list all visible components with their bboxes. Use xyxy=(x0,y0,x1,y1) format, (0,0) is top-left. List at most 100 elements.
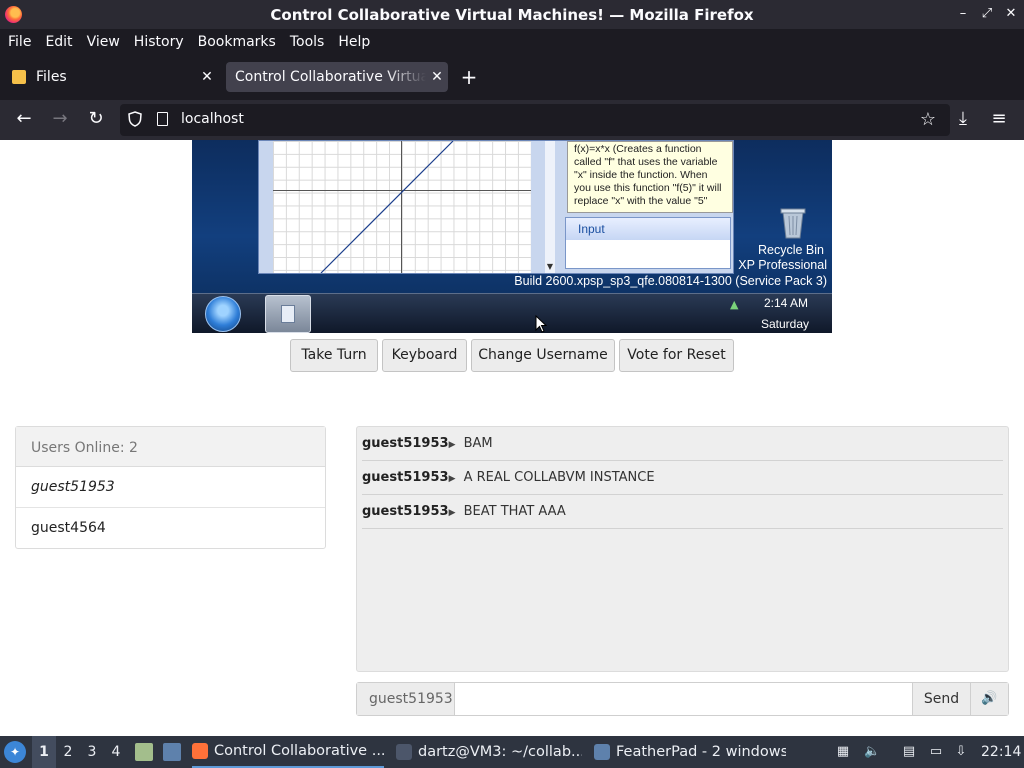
tab-bar: Files ✕ Control Collaborative Virtual Ma… xyxy=(0,54,1024,100)
vm-app-window: ▼ f(x)=x*x (Creates a function called "f… xyxy=(258,140,734,274)
window-title: Control Collaborative Virtual Machines! … xyxy=(270,5,754,24)
keyboard-button[interactable]: Keyboard xyxy=(382,339,467,372)
arrow-icon: ▶ xyxy=(448,508,456,518)
close-tab-icon[interactable]: ✕ xyxy=(196,69,218,85)
menu-help[interactable]: Help xyxy=(338,34,378,50)
workspace-1[interactable]: 1 xyxy=(32,736,56,768)
menu-tools[interactable]: Tools xyxy=(290,34,333,50)
users-panel: Users Online: 2 guest51953 guest4564 xyxy=(15,426,326,549)
mouse-cursor-icon xyxy=(535,315,547,333)
chat-text: BEAT THAT AAA xyxy=(463,504,566,519)
chat-message: guest51953▶ BEAT THAT AAA xyxy=(362,495,1003,529)
file-manager-icon[interactable] xyxy=(135,743,153,761)
user-row[interactable]: guest4564 xyxy=(16,508,325,549)
send-button[interactable]: Send xyxy=(912,683,970,715)
minimize-icon[interactable]: – xyxy=(956,4,970,24)
clipboard-tray-icon[interactable]: ▦ xyxy=(835,744,851,760)
network-tray-icon[interactable]: ▭ xyxy=(928,744,944,760)
task-firefox[interactable]: Control Collaborative ... xyxy=(192,736,384,768)
vm-task-app xyxy=(265,295,311,333)
task-label: Control Collaborative ... xyxy=(214,743,384,759)
network-tray-icon: ▲ xyxy=(730,298,739,311)
url-text[interactable]: localhost xyxy=(181,111,244,127)
task-terminal[interactable]: dartz@VM3: ~/collab... xyxy=(396,736,582,768)
vm-clock-day: Saturday xyxy=(761,317,810,331)
page-icon xyxy=(157,112,168,126)
desktop-icon[interactable] xyxy=(163,743,181,761)
task-label: FeatherPad - 2 windows xyxy=(616,744,786,760)
chat-message: guest51953▶ BAM xyxy=(362,427,1003,461)
chat-text: A REAL COLLABVM INSTANCE xyxy=(463,470,655,485)
taskbar-clock: 22:14 xyxy=(981,744,1022,760)
terminal-icon xyxy=(396,744,412,760)
graph-line xyxy=(320,141,454,273)
chat-input-row: guest51953 Send 🔊 xyxy=(356,682,1009,716)
vm-help-text: f(x)=x*x (Creates a function called "f" … xyxy=(567,141,733,213)
change-username-button[interactable]: Change Username xyxy=(471,339,615,372)
menu-history[interactable]: History xyxy=(134,34,192,50)
window-controls: – ⤢ ✕ xyxy=(956,4,1018,24)
forward-icon[interactable]: → xyxy=(48,108,72,132)
chat-username: guest51953 xyxy=(362,436,449,451)
firefox-logo-icon xyxy=(5,6,22,23)
workspace-2[interactable]: 2 xyxy=(56,736,80,768)
chat-message-input[interactable] xyxy=(456,683,911,715)
notepad-icon xyxy=(281,305,295,323)
new-tab-button[interactable]: + xyxy=(458,67,480,89)
tab-files[interactable]: Files ✕ xyxy=(6,62,218,92)
maximize-icon[interactable]: ⤢ xyxy=(980,4,994,24)
vm-screen[interactable]: ▼ f(x)=x*x (Creates a function called "f… xyxy=(192,140,832,333)
chat-username-label: guest51953 xyxy=(357,683,455,715)
vm-scrollbar: ▼ xyxy=(545,141,555,273)
featherpad-icon xyxy=(594,744,610,760)
back-icon[interactable]: ← xyxy=(12,108,36,132)
chat-log: guest51953▶ BAM guest51953▶ A REAL COLLA… xyxy=(356,426,1009,672)
task-featherpad[interactable]: FeatherPad - 2 windows xyxy=(594,736,786,768)
chat-username: guest51953 xyxy=(362,470,449,485)
take-turn-button[interactable]: Take Turn xyxy=(290,339,378,372)
window-titlebar: Control Collaborative Virtual Machines! … xyxy=(0,0,1024,29)
speaker-icon[interactable]: 🔊 xyxy=(970,683,1008,715)
task-label: dartz@VM3: ~/collab... xyxy=(418,744,582,760)
navigation-bar: ← → ↻ localhost ☆ ⤓ ≡ xyxy=(0,100,1024,140)
menu-file[interactable]: File xyxy=(8,34,39,50)
vm-graph-area xyxy=(273,141,531,273)
downloads-icon[interactable]: ⤓ xyxy=(951,108,975,132)
arrow-icon: ▶ xyxy=(448,440,456,450)
tab-collabvm[interactable]: Control Collaborative Virtual Machines! … xyxy=(226,62,448,92)
app-launcher-icon[interactable]: ✦ xyxy=(4,741,26,763)
address-bar[interactable]: localhost ☆ xyxy=(120,104,950,136)
os-taskbar: ✦ 1 2 3 4 Control Collaborative ... dart… xyxy=(0,736,1024,768)
menu-bookmarks[interactable]: Bookmarks xyxy=(198,34,284,50)
menu-bar: File Edit View History Bookmarks Tools H… xyxy=(0,29,1024,54)
tab-label: Control Collaborative Virtual Machines! xyxy=(235,69,426,85)
workspace-3[interactable]: 3 xyxy=(80,736,104,768)
tab-label: Files xyxy=(36,69,67,85)
close-tab-icon[interactable]: ✕ xyxy=(426,69,448,85)
close-window-icon[interactable]: ✕ xyxy=(1004,4,1018,24)
vm-taskbar: ▲ 2:14 AM Saturday xyxy=(192,293,832,333)
update-tray-icon[interactable]: ⇩ xyxy=(953,744,969,760)
recycle-bin-label: Recycle Bin xyxy=(758,243,824,257)
vm-input-panel: Input xyxy=(565,217,731,269)
chat-username: guest51953 xyxy=(362,504,449,519)
recycle-bin-icon xyxy=(780,208,806,239)
volume-tray-icon[interactable]: 🔈 xyxy=(864,744,880,760)
firefox-icon xyxy=(192,743,208,759)
folder-icon xyxy=(12,70,26,84)
vm-input-header: Input xyxy=(566,218,730,240)
os-build-text: Build 2600.xpsp_sp3_qfe.080814-1300 (Ser… xyxy=(514,274,827,288)
chat-message: guest51953▶ A REAL COLLABVM INSTANCE xyxy=(362,461,1003,495)
workspace-4[interactable]: 4 xyxy=(104,736,128,768)
vote-reset-button[interactable]: Vote for Reset xyxy=(619,339,734,372)
shield-icon[interactable] xyxy=(128,111,142,128)
chat-text: BAM xyxy=(463,436,493,451)
bookmark-star-icon[interactable]: ☆ xyxy=(920,109,936,130)
notes-tray-icon[interactable]: ▤ xyxy=(901,744,917,760)
reload-icon[interactable]: ↻ xyxy=(84,108,108,132)
user-row[interactable]: guest51953 xyxy=(16,467,325,508)
menu-view[interactable]: View xyxy=(87,34,128,50)
arrow-icon: ▶ xyxy=(448,474,456,484)
hamburger-menu-icon[interactable]: ≡ xyxy=(987,108,1011,132)
menu-edit[interactable]: Edit xyxy=(45,34,80,50)
